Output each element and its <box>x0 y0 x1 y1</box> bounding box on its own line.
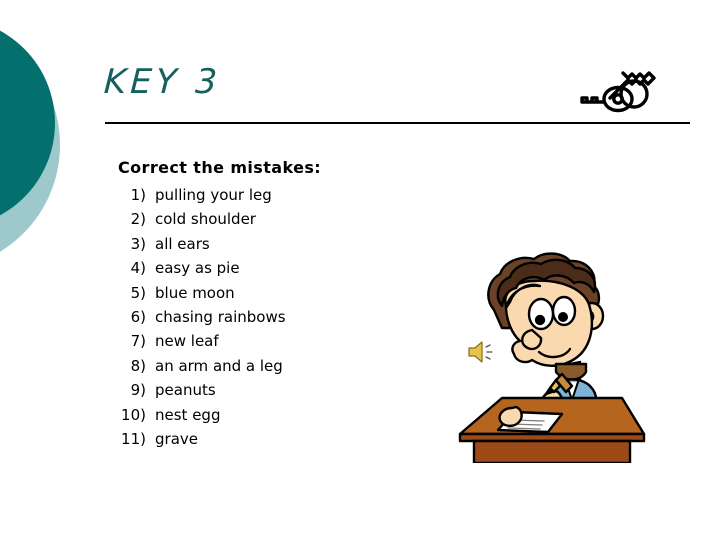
list-item: 8) an arm and a leg <box>106 357 286 381</box>
list-item-text: pulling your leg <box>155 186 272 204</box>
keys-icon <box>570 58 666 114</box>
list-item: 3) all ears <box>106 235 286 259</box>
list-item-text: blue moon <box>155 283 235 302</box>
list-item-number: 8) <box>130 356 146 375</box>
list-item: 6) chasing rainbows <box>106 308 286 332</box>
list-item-text: nest egg <box>155 405 221 424</box>
list-item: 7) new leaf <box>106 332 286 356</box>
list-item-number: 10) <box>121 405 146 424</box>
list-item-number: 9) <box>130 381 146 400</box>
list-item-number: 6) <box>130 307 146 326</box>
list-item-text: an arm and a leg <box>155 356 283 375</box>
speaker-icon[interactable] <box>466 337 500 367</box>
list-item: 2) cold shoulder <box>106 210 286 234</box>
list-item: 5) blue moon <box>106 284 286 308</box>
list-item-number: 4) <box>130 259 146 278</box>
list-item: 11) grave <box>106 430 286 454</box>
title-divider <box>105 122 690 124</box>
list-item-text: cold shoulder <box>155 210 256 229</box>
list-item-number: 3) <box>130 234 146 253</box>
list-item-text: new leaf <box>155 332 219 351</box>
slide-canvas: KEY 3 Correct the mistakes: 1) pulling y… <box>0 0 720 540</box>
list-item-number: 2) <box>130 210 146 229</box>
list-item-number: 7) <box>130 332 146 351</box>
slide-title: KEY 3 <box>102 62 223 102</box>
list-item-text: easy as pie <box>155 259 240 278</box>
list-item: 9) peanuts <box>106 381 286 405</box>
list-item: 1) pulling your leg <box>106 186 286 210</box>
list-item-text: all ears <box>155 234 210 253</box>
list-item: 4) easy as pie <box>106 259 286 283</box>
body-heading: Correct the mistakes: <box>118 158 322 177</box>
list-item-number: 1) <box>130 186 146 204</box>
list-item-number: 5) <box>130 283 146 302</box>
list-item: 10) nest egg <box>106 406 286 430</box>
list-item-text: peanuts <box>155 381 216 400</box>
list-item-number: 11) <box>121 429 146 448</box>
list-item-text: grave <box>155 429 198 448</box>
answer-list: 1) pulling your leg 2) cold shoulder 3) … <box>106 186 286 454</box>
list-item-text: chasing rainbows <box>155 307 286 326</box>
